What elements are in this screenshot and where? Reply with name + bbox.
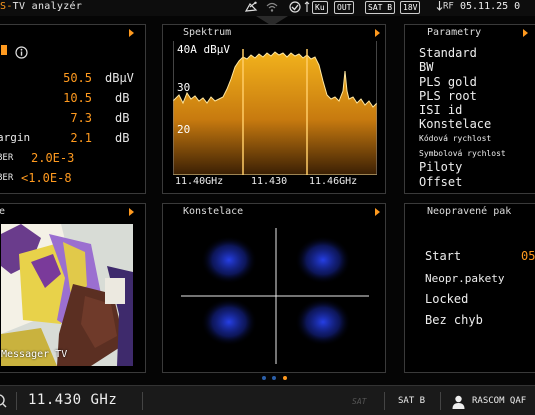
ber-pre-value: 2.0E-3	[31, 151, 75, 165]
tuner-arrow-icon	[304, 1, 310, 14]
ber-post-value: <1.0E-8	[21, 171, 72, 185]
page-dot-1[interactable]	[262, 376, 266, 380]
divider	[384, 392, 385, 410]
panel-arrow-icon	[375, 29, 380, 37]
link-margin-row: argin 2.1 dB	[0, 131, 142, 147]
page-dot-3-active[interactable]	[283, 376, 287, 380]
link-margin-label: argin	[0, 131, 31, 144]
output-badge: OUT	[334, 1, 355, 14]
analyzer-screen: S-TV analyzér Ku OUT SAT B 18V RF 05.11.…	[0, 0, 535, 415]
packets-start-label: Start	[425, 249, 462, 263]
symbol-cluster	[201, 298, 257, 346]
satellite-input-label[interactable]: SAT B	[398, 396, 425, 406]
freq-start-label: 11.40GHz	[175, 176, 224, 187]
param-pilots: Piloty	[419, 160, 463, 174]
ber-pre-label: BER	[0, 153, 14, 163]
divider	[16, 392, 17, 410]
symbol-cluster	[295, 236, 351, 284]
panel-arrow-icon	[523, 29, 528, 37]
spectrum-title: Spektrum	[183, 27, 232, 38]
signal-lock-icon	[288, 1, 302, 14]
user-icon	[452, 394, 465, 413]
ber-post-row: BER <1.0E-8	[0, 171, 142, 187]
panel-arrow-icon	[129, 208, 134, 216]
param-offset: Offset	[419, 175, 463, 189]
param-bw: BW	[419, 60, 434, 74]
satellite-name[interactable]: RASCOM QAF	[472, 396, 526, 406]
cn-row: 10.5 dB	[0, 91, 142, 107]
tuned-frequency[interactable]: 11.430 GHz	[28, 392, 117, 408]
link-margin-value: 2.1	[70, 131, 92, 145]
sat-ghost-label: SAT	[352, 397, 367, 406]
panel-arrow-icon	[375, 208, 380, 216]
sat-input-badge: SAT B	[365, 1, 396, 14]
packets-start-value: 05	[521, 249, 535, 263]
divider	[440, 392, 441, 410]
cn-unit: dB	[115, 91, 130, 105]
wifi-icon	[266, 1, 278, 14]
parameters-panel[interactable]: Parametry Standard BW PLS gold PLS root …	[404, 24, 535, 194]
band-badge: Ku	[312, 1, 328, 14]
symbol-cluster	[201, 236, 257, 284]
parameters-title: Parametry	[427, 27, 482, 38]
mer-row: 7.3 dB	[0, 111, 142, 127]
cn-value: 10.5	[63, 91, 92, 105]
ber-pre-row: BER 2.0E-3	[0, 151, 142, 167]
param-pls-root: PLS root	[419, 89, 477, 103]
panel-arrow-icon	[129, 29, 134, 37]
app-title: S-TV analyzér	[0, 1, 83, 12]
rf-indicator: RF	[436, 1, 454, 12]
level-value: 50.5	[63, 71, 92, 85]
reference-level-label: 40A dBμV	[177, 43, 230, 56]
link-margin-unit: dB	[115, 131, 130, 145]
info-icon[interactable]	[15, 44, 28, 63]
datetime: 05.11.25 0	[460, 1, 521, 12]
mer-value: 7.3	[70, 111, 92, 125]
param-constellation: Konstelace	[419, 117, 492, 131]
level-marker	[1, 45, 7, 55]
video-title: e	[0, 206, 5, 217]
constellation-panel[interactable]: Konstelace	[162, 203, 386, 373]
level-row: 50.5 dBμV	[0, 71, 142, 87]
ber-post-label: BER	[0, 173, 14, 183]
measurements-panel[interactable]: 50.5 dBμV 10.5 dB 7.3 dB argin 2.1 dB BE…	[0, 24, 146, 194]
status-bar: S-TV analyzér Ku OUT SAT B 18V RF 05.11.…	[0, 0, 535, 16]
channel-overlay-text: Messager TV	[1, 349, 68, 360]
symbol-cluster	[295, 298, 351, 346]
freq-stop-label: 11.46GHz	[309, 176, 358, 187]
param-code-rate: Kódová rychlost	[419, 134, 492, 143]
search-icon[interactable]	[0, 393, 8, 413]
mer-unit: dB	[115, 111, 130, 125]
bottom-bar: 11.430 GHz SAT SAT B RASCOM QAF	[0, 385, 535, 415]
video-preview[interactable]	[1, 224, 133, 366]
video-panel[interactable]: e Messager TV	[0, 203, 146, 373]
spectrum-plot	[173, 41, 377, 175]
packets-title: Neopravené pak	[427, 206, 512, 217]
param-symbol-rate: Symbolová rychlost	[419, 149, 506, 158]
param-standard: Standard	[419, 46, 477, 60]
packets-locked-label: Locked	[425, 292, 469, 306]
lnb-voltage-badge: 18V	[400, 1, 421, 14]
divider	[142, 392, 143, 410]
packets-no-errors-label: Bez chyb	[425, 313, 483, 327]
y-tick-30: 30	[177, 81, 191, 94]
constellation-title: Konstelace	[183, 206, 244, 217]
freq-center-label: 11.430	[251, 176, 288, 187]
packets-panel[interactable]: Neopravené pak Start 05 Neopr.pakety Loc…	[404, 203, 535, 373]
param-pls-gold: PLS gold	[419, 75, 477, 89]
level-unit: dBμV	[105, 71, 134, 85]
spectrum-panel[interactable]: Spektrum 40A dBμV 30 20 11.40GHz 11.430 …	[162, 24, 386, 194]
constellation-diagram	[181, 228, 369, 364]
param-isi-id: ISI id	[419, 103, 463, 117]
satellite-dish-icon	[244, 1, 258, 14]
y-tick-20: 20	[177, 123, 191, 136]
page-dot-2[interactable]	[272, 376, 276, 380]
packets-uncorrected-label: Neopr.pakety	[425, 272, 505, 285]
